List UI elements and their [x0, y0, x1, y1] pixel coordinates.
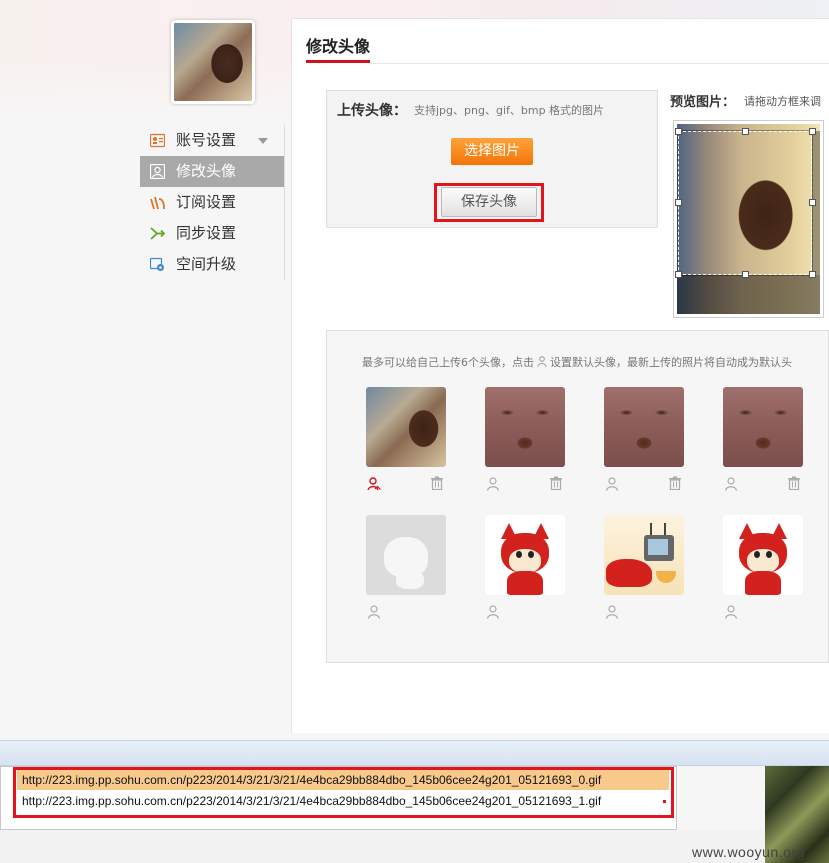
sidebar-item-account-settings[interactable]: 账号设置 [140, 125, 284, 156]
account-card-icon [150, 133, 165, 148]
sidebar-item-label: 修改头像 [176, 162, 237, 180]
avatar-thumbnail[interactable] [485, 387, 565, 467]
avatar-thumbnail[interactable] [366, 515, 446, 595]
sidebar-item-label: 同步设置 [176, 224, 237, 242]
avatar-thumbnail[interactable] [485, 515, 565, 595]
fox-muzzle [509, 549, 541, 573]
active-tab-indicator [306, 60, 370, 63]
crop-handle-top-left[interactable] [675, 128, 682, 135]
crop-handle-bottom[interactable] [742, 271, 749, 278]
preview-label: 预览图片： [670, 95, 736, 110]
trash-icon[interactable] [787, 476, 801, 490]
default-avatar-active-icon[interactable] [367, 477, 381, 491]
crop-handle-top-right[interactable] [809, 128, 816, 135]
crop-handle-top[interactable] [742, 128, 749, 135]
sidebar-item-label: 账号设置 [176, 131, 237, 149]
set-default-user-icon[interactable] [486, 605, 500, 619]
fox-body [606, 559, 652, 587]
avatar-thumbnail[interactable] [723, 515, 803, 595]
upload-label: 上传头像： [337, 103, 407, 119]
crop-handle-right[interactable] [809, 199, 816, 206]
upload-format-hint: 支持jpg、png、gif、bmp 格式的图片 [414, 104, 605, 117]
fox-eye [766, 551, 772, 558]
address-bar-strip [0, 740, 829, 766]
fox-eye [528, 551, 534, 558]
trash-icon[interactable] [549, 476, 563, 490]
fox-eye [516, 551, 522, 558]
avatar-thumbnail[interactable] [604, 387, 684, 467]
tab-change-avatar[interactable]: 修改头像 [306, 33, 370, 57]
fox-eye [754, 551, 760, 558]
choose-image-button[interactable]: 选择图片 [451, 138, 533, 165]
preview-hint: 请拖动方框来调 [744, 95, 821, 108]
set-default-user-icon[interactable] [605, 605, 619, 619]
sidebar-item-space-upgrade[interactable]: 空间升级 [140, 249, 284, 280]
set-default-user-icon[interactable] [605, 477, 619, 491]
save-avatar-button[interactable]: 保存头像 [441, 187, 537, 217]
profile-avatar[interactable] [171, 20, 255, 104]
gear-upgrade-icon [150, 257, 164, 271]
sidebar-item-label: 订阅设置 [176, 193, 237, 211]
preview-dim-overlay [677, 275, 820, 314]
set-default-user-icon[interactable] [724, 477, 738, 491]
sidebar-item-label: 空间升级 [176, 255, 237, 273]
fox-body [507, 571, 543, 595]
gallery-hint: 最多可以给自己上传6个头像，点击 设置默认头像，最新上传的照片将自动成为默认头 [362, 354, 829, 370]
avatar-thumbnail[interactable] [604, 515, 684, 595]
fox-muzzle [747, 549, 779, 573]
crop-handle-left[interactable] [675, 199, 682, 206]
avatar-thumbnail[interactable] [723, 387, 803, 467]
gallery-hint-text: 最多可以给自己上传6个头像，点击 [362, 356, 534, 369]
snack-bowl [656, 571, 676, 583]
watermark: www.wooyun.org [692, 844, 805, 860]
tab-divider [370, 63, 829, 64]
url-highlight-box [13, 767, 674, 818]
gallery-hint-text: 设置默认头像，最新上传的照片将自动成为默认头 [550, 356, 792, 369]
trash-icon[interactable] [430, 476, 444, 490]
trash-icon[interactable] [668, 476, 682, 490]
crop-handle-bottom-left[interactable] [675, 271, 682, 278]
sidebar-item-subscription-settings[interactable]: 订阅设置 [140, 187, 284, 218]
crop-handle-bottom-right[interactable] [809, 271, 816, 278]
user-icon [537, 356, 547, 367]
sidebar-item-sync-settings[interactable]: 同步设置 [140, 218, 284, 249]
tv-screen [648, 539, 668, 555]
sync-arrow-icon [150, 227, 165, 240]
avatar-thumbnail[interactable] [366, 387, 446, 467]
set-default-user-icon[interactable] [724, 605, 738, 619]
user-avatar-icon [150, 164, 165, 179]
settings-sidebar: 账号设置 修改头像 订阅设置 同步设置 空间升级 [140, 125, 285, 280]
sidebar-item-change-avatar[interactable]: 修改头像 [140, 156, 284, 187]
annotation-dot [663, 800, 666, 803]
fox-body [745, 571, 781, 595]
set-default-user-icon[interactable] [367, 605, 381, 619]
bottom-blank-area [0, 830, 765, 863]
chevron-down-icon[interactable] [258, 138, 268, 144]
avatar-gallery [326, 330, 829, 663]
crop-selection-box[interactable] [677, 130, 813, 276]
subscribe-icon [150, 196, 165, 210]
set-default-user-icon[interactable] [486, 477, 500, 491]
